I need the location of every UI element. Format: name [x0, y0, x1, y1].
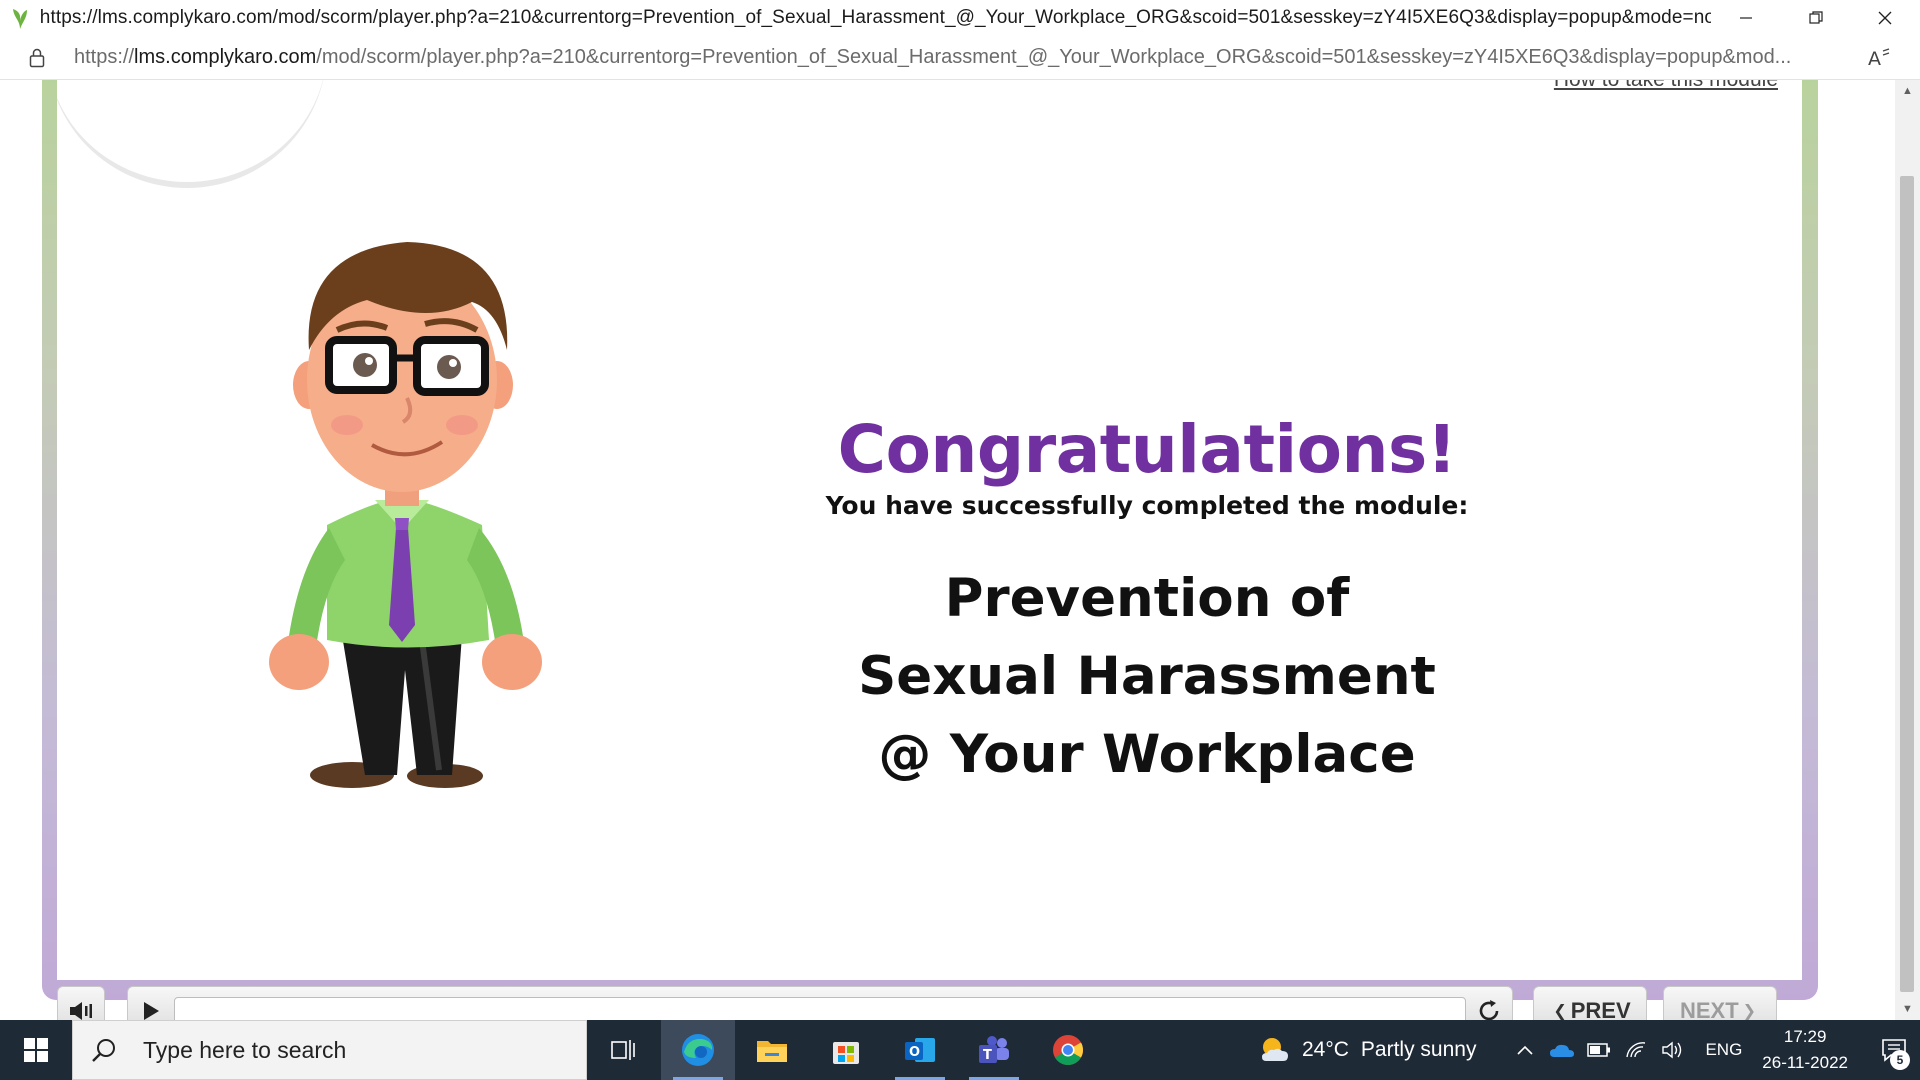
module-title-line: Prevention of: [944, 568, 1350, 630]
module-title-line: Sexual Harassment: [858, 646, 1436, 708]
folder-icon: [757, 1041, 787, 1062]
url-domain: lms.complykaro.com: [134, 46, 317, 68]
minimize-button[interactable]: [1711, 0, 1781, 36]
url-path: /mod/scorm/player.php?a=210&currentorg=P…: [316, 46, 1792, 68]
completion-slide: How to take this module: [57, 80, 1802, 980]
chrome-icon: [1053, 1035, 1084, 1066]
how-to-take-module-link[interactable]: How to take this module: [1554, 80, 1778, 92]
taskbar-outlook[interactable]: O: [883, 1020, 957, 1080]
task-view-icon: [611, 1040, 635, 1060]
taskbar-edge[interactable]: [661, 1020, 735, 1080]
page-scrollbar[interactable]: ▲ ▼: [1895, 80, 1920, 1020]
close-button[interactable]: [1850, 0, 1920, 36]
play-button[interactable]: [128, 1001, 174, 1020]
show-hidden-icons-chevron-icon[interactable]: [1506, 1045, 1543, 1055]
complykaro-leaf-icon: [0, 0, 40, 36]
chevron-right-icon: ❯: [1742, 1003, 1757, 1020]
search-icon: [91, 1037, 123, 1063]
url-scheme: https://: [74, 46, 135, 68]
congratulations-heading: Congratulations!: [837, 411, 1457, 488]
scroll-up-arrow-icon[interactable]: ▲: [1895, 80, 1920, 102]
system-clock[interactable]: 17:29 26-11-2022: [1762, 1024, 1848, 1076]
player-controls: ❮ PREV NEXT ❯: [57, 980, 1782, 1020]
cartoon-man-illustration: [269, 242, 542, 788]
restore-button[interactable]: [1781, 0, 1851, 36]
notification-center-button[interactable]: 5: [1868, 1020, 1920, 1080]
taskbar-search-box[interactable]: Type here to search: [72, 1020, 587, 1080]
window-title: https://lms.complykaro.com/mod/scorm/pla…: [39, 7, 1712, 28]
outlook-icon: O: [905, 1038, 935, 1062]
replay-button[interactable]: [1466, 998, 1512, 1020]
teams-icon: T: [979, 1036, 1009, 1063]
module-title-line: @ Your Workplace: [878, 724, 1416, 786]
lock-icon[interactable]: [0, 48, 74, 68]
logo-badge: [57, 80, 327, 188]
seek-bar-panel: [127, 986, 1513, 1020]
windows-logo-icon: [24, 1038, 48, 1062]
play-icon: [144, 1002, 159, 1020]
start-button[interactable]: [0, 1020, 72, 1080]
progress-track[interactable]: [174, 997, 1466, 1020]
replay-icon: [1479, 1000, 1499, 1020]
scroll-down-arrow-icon[interactable]: ▼: [1895, 998, 1920, 1020]
volume-icon[interactable]: [1654, 1040, 1691, 1060]
module-title: Prevention of Sexual Harassment @ Your W…: [807, 560, 1487, 794]
clock-date: 26-11-2022: [1762, 1053, 1848, 1072]
weather-widget[interactable]: 24°C Partly sunny: [1258, 1035, 1476, 1065]
notification-count-badge: 5: [1890, 1050, 1910, 1070]
weather-temperature: 24°C: [1301, 1038, 1349, 1061]
speaker-icon: [70, 1002, 92, 1020]
next-button[interactable]: NEXT ❯: [1663, 986, 1777, 1020]
page-viewport: How to take this module: [0, 80, 1920, 1020]
taskbar-teams[interactable]: T: [957, 1020, 1031, 1080]
search-placeholder: Type here to search: [143, 1036, 347, 1063]
restore-icon: [1808, 11, 1823, 24]
read-aloud-icon[interactable]: A: [1849, 47, 1909, 69]
clock-time: 17:29: [1783, 1027, 1827, 1046]
taskbar-file-explorer[interactable]: [735, 1020, 809, 1080]
system-tray: 24°C Partly sunny ENG 17:29 26-11-2022 5: [1258, 1020, 1920, 1080]
input-language[interactable]: ENG: [1705, 1040, 1742, 1060]
scrollbar-thumb[interactable]: [1900, 176, 1914, 992]
partly-sunny-icon: [1261, 1038, 1288, 1061]
chevron-left-icon: ❮: [1553, 1003, 1567, 1020]
task-view-button[interactable]: [587, 1020, 661, 1080]
store-icon: [833, 1042, 859, 1064]
minimize-icon: [1739, 17, 1752, 19]
prev-button[interactable]: ❮ PREV: [1533, 986, 1647, 1020]
taskbar-chrome[interactable]: [1031, 1020, 1105, 1080]
edge-icon: [682, 1034, 714, 1066]
completion-subheading: You have successfully completed the modu…: [825, 491, 1469, 521]
address-url[interactable]: https://lms.complykaro.com/mod/scorm/pla…: [74, 46, 1849, 69]
next-label: NEXT: [1679, 998, 1739, 1020]
weather-condition: Partly sunny: [1360, 1038, 1477, 1061]
completion-message: Congratulations! You have successfully c…: [807, 410, 1487, 794]
wifi-icon[interactable]: [1617, 1041, 1654, 1059]
prev-label: PREV: [1570, 998, 1631, 1020]
window-titlebar: https://lms.complykaro.com/mod/scorm/pla…: [0, 0, 1920, 36]
address-bar: https://lms.complykaro.com/mod/scorm/pla…: [0, 36, 1920, 80]
battery-icon[interactable]: [1580, 1043, 1617, 1057]
svg-text:T: T: [983, 1048, 992, 1063]
svg-text:O: O: [909, 1045, 920, 1060]
taskbar-microsoft-store[interactable]: [809, 1020, 883, 1080]
close-icon: [1878, 11, 1892, 25]
windows-taskbar: Type here to search O T 24°C Partly sunn…: [0, 1020, 1920, 1080]
onedrive-icon[interactable]: [1543, 1042, 1580, 1058]
volume-button[interactable]: [57, 986, 105, 1020]
svg-text:A: A: [1868, 48, 1881, 69]
